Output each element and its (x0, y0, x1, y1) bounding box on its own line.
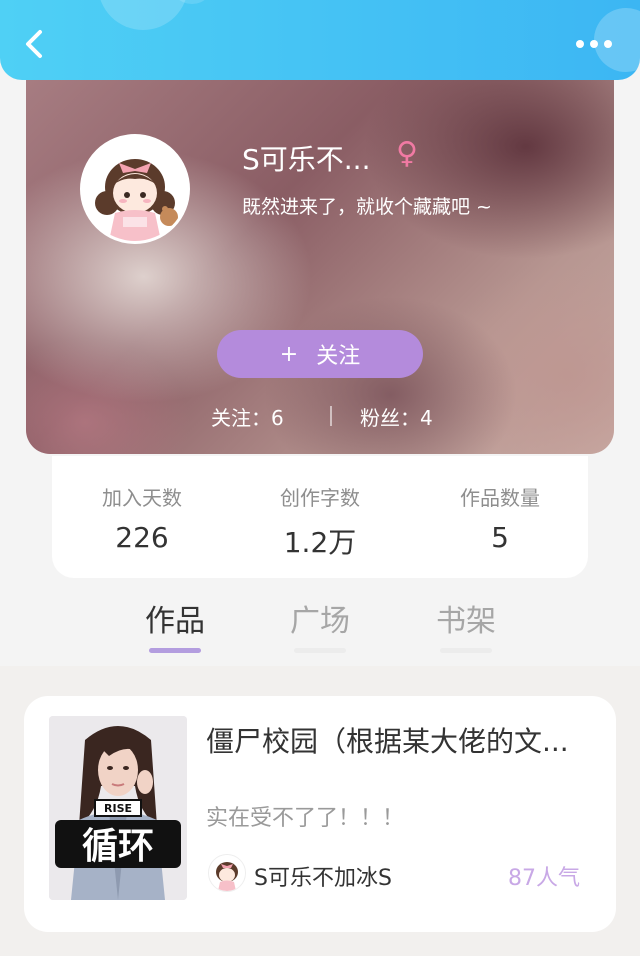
plus-icon: + (279, 341, 299, 367)
fans-count[interactable]: 粉丝：4 (360, 402, 433, 431)
bio-text: 既然进来了，就收个藏藏吧 ~ (242, 196, 492, 218)
stats-card: 加入天数 226 创作字数 1.2万 作品数量 5 (52, 456, 588, 578)
tab-label: 作品 (145, 604, 205, 639)
chevron-left-icon (26, 30, 42, 58)
tab-label: 书架 (436, 604, 496, 639)
divider (330, 406, 332, 426)
tab-square[interactable]: 广场 (270, 596, 370, 653)
tab-label: 广场 (290, 604, 350, 639)
more-dots-icon (576, 40, 612, 48)
tab-works[interactable]: 作品 (125, 596, 225, 653)
top-bar (0, 0, 640, 80)
avatar-illustration (83, 137, 187, 241)
stat-word-count: 创作字数 1.2万 (230, 482, 410, 561)
cover-badge-main: 循环 (82, 826, 154, 867)
follow-button-label: 关注 (316, 344, 361, 369)
content-tabs: 作品 广场 书架 (0, 590, 640, 666)
tab-bookshelf[interactable]: 书架 (416, 596, 516, 653)
stat-works-count: 作品数量 5 (410, 482, 590, 554)
cover-badge-top: RISE (104, 802, 132, 815)
tab-indicator (294, 648, 346, 653)
stat-label: 创作字数 (280, 486, 360, 510)
author-avatar (208, 854, 246, 892)
author-name[interactable]: S可乐不加冰S (254, 860, 392, 892)
tab-indicator (149, 648, 201, 653)
stat-value: 226 (115, 521, 169, 554)
following-count[interactable]: 关注：6 (211, 402, 284, 431)
stat-label: 作品数量 (460, 486, 540, 510)
stat-value: 5 (491, 521, 509, 554)
back-button[interactable] (16, 24, 56, 64)
work-description: 实在受不了了！！！ (206, 806, 405, 831)
more-button[interactable] (572, 32, 616, 56)
work-cover-image[interactable]: RISE 循环 (49, 716, 187, 900)
gender-female-icon: ♀ (396, 136, 418, 171)
work-item-card[interactable]: RISE 循环 僵尸校园（根据某大佬的文... 实在受不了了！！！ S可乐不加冰… (24, 696, 616, 932)
decor-bubble (98, 0, 188, 30)
avatar[interactable] (80, 134, 190, 244)
tab-indicator (440, 648, 492, 653)
follow-button[interactable]: + 关注 (217, 330, 423, 378)
stat-join-days: 加入天数 226 (52, 482, 232, 554)
popularity-count: 87人气 (508, 866, 580, 891)
work-title[interactable]: 僵尸校园（根据某大佬的文... (206, 720, 598, 760)
stat-value: 1.2万 (283, 526, 357, 559)
stat-label: 加入天数 (102, 486, 182, 510)
nickname: S可乐不... (242, 143, 371, 176)
profile-header-card: S可乐不... ♀ 既然进来了，就收个藏藏吧 ~ + 关注 关注：6 粉丝：4 (26, 60, 614, 454)
author-avatar-illustration (209, 855, 245, 891)
cover-illustration: RISE 循环 (49, 716, 187, 900)
